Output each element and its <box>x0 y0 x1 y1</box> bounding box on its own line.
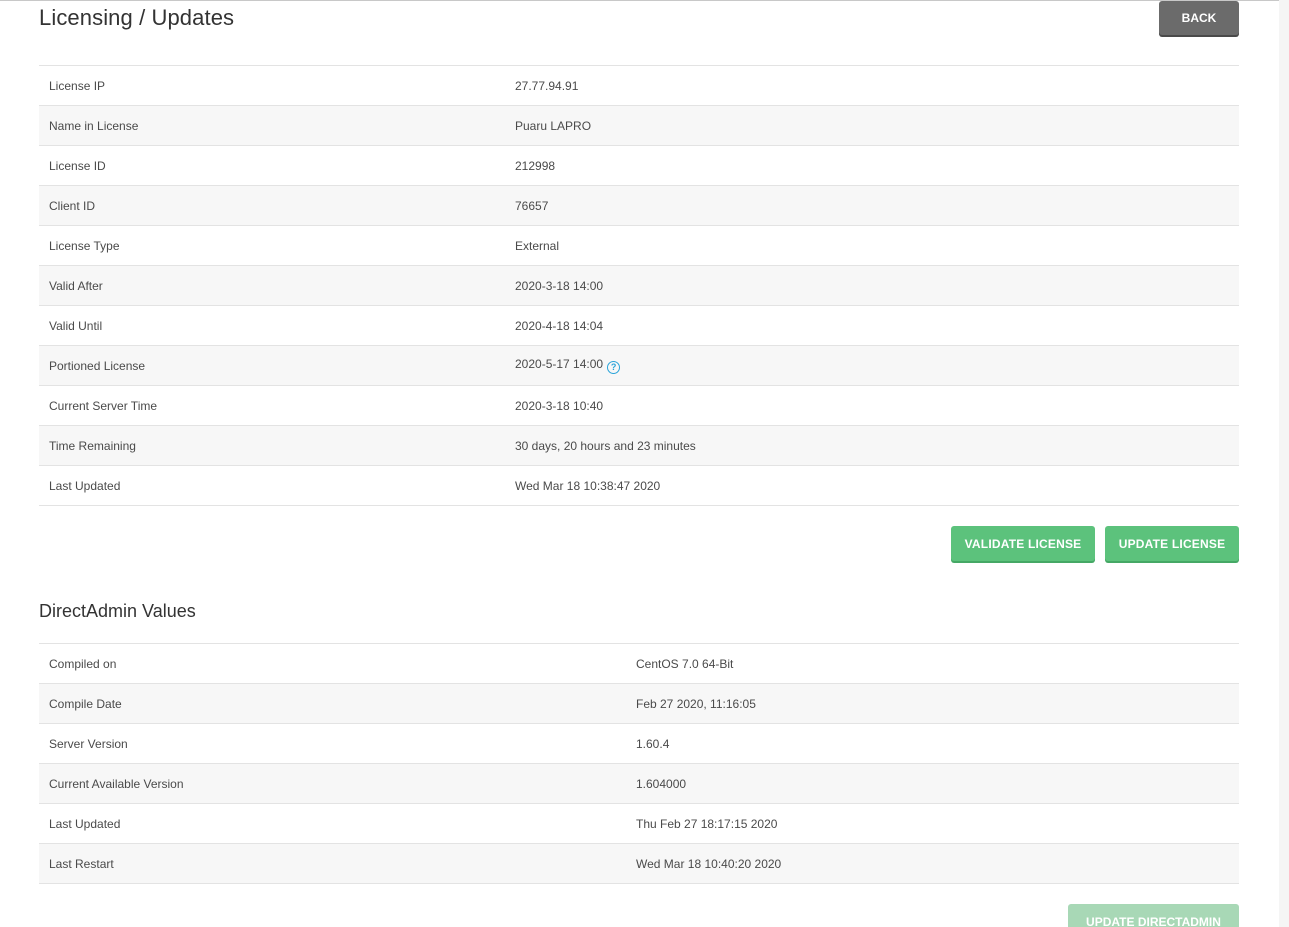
update-directadmin-button[interactable]: UPDATE DIRECTADMIN <box>1068 904 1239 927</box>
row-label: Portioned License <box>49 358 146 373</box>
table-row: Compiled on CentOS 7.0 64-Bit <box>39 643 1239 684</box>
row-label: License IP <box>49 78 106 93</box>
row-label: Compile Date <box>49 696 122 711</box>
row-value: 1.604000 <box>636 776 687 791</box>
table-row: Client ID 76657 <box>39 185 1239 226</box>
row-value: 212998 <box>515 158 556 173</box>
table-row: Time Remaining 30 days, 20 hours and 23 m… <box>39 425 1239 466</box>
row-label: License Type <box>49 238 120 253</box>
row-value: 30 days, 20 hours and 23 minutes <box>515 438 696 453</box>
table-row: Valid Until 2020-4-18 14:04 <box>39 305 1239 346</box>
row-value: 2020-4-18 14:04 <box>515 318 604 333</box>
row-value: Thu Feb 27 18:17:15 2020 <box>636 816 778 831</box>
license-table: License IP 27.77.94.91 Name in License Pua… <box>39 65 1239 506</box>
table-row: Current Server Time 2020-3-18 10:40 <box>39 385 1239 426</box>
directadmin-values-table: Compiled on CentOS 7.0 64-Bit Compile Dat… <box>39 643 1239 884</box>
table-row: Valid After 2020-3-18 14:00 <box>39 265 1239 306</box>
row-value: Wed Mar 18 10:40:20 2020 <box>636 856 782 871</box>
row-value: Puaru LAPRO <box>515 118 592 133</box>
update-license-button[interactable]: UPDATE LICENSE <box>1105 526 1239 561</box>
row-value: Feb 27 2020, 11:16:05 <box>636 696 756 711</box>
table-row: Last Updated Wed Mar 18 10:38:47 2020 <box>39 465 1239 506</box>
row-value: External <box>515 238 560 253</box>
table-row: License IP 27.77.94.91 <box>39 65 1239 106</box>
table-row: Portioned License 2020-5-17 14:00? <box>39 345 1239 386</box>
section-title: DirectAdmin Values <box>39 601 196 621</box>
row-label: Last Updated <box>49 816 121 831</box>
top-divider <box>0 0 1279 1</box>
validate-license-button[interactable]: VALIDATE LICENSE <box>951 526 1095 561</box>
table-row: Last Updated Thu Feb 27 18:17:15 2020 <box>39 803 1239 844</box>
row-value: 2020-5-17 14:00? <box>505 346 1239 386</box>
row-value: 76657 <box>515 198 549 213</box>
page-title: Licensing / Updates <box>39 5 235 30</box>
row-label: Name in License <box>49 118 139 133</box>
row-value: 1.60.4 <box>636 736 670 751</box>
row-label: Last Updated <box>49 478 121 493</box>
row-label: Compiled on <box>49 656 117 671</box>
table-row: Name in License Puaru LAPRO <box>39 105 1239 146</box>
row-label: Client ID <box>49 198 96 213</box>
row-label: Valid After <box>49 278 103 293</box>
scrollbar-track[interactable] <box>1279 0 1289 927</box>
row-value: 2020-3-18 10:40 <box>515 398 604 413</box>
row-value: 27.77.94.91 <box>515 78 579 93</box>
help-icon[interactable]: ? <box>607 361 621 374</box>
row-value: Wed Mar 18 10:38:47 2020 <box>515 478 661 493</box>
row-value: 2020-3-18 14:00 <box>515 278 604 293</box>
row-label: License ID <box>49 158 106 173</box>
row-label: Current Server Time <box>49 398 158 413</box>
table-row: License ID 212998 <box>39 145 1239 186</box>
row-value: CentOS 7.0 64-Bit <box>636 656 734 671</box>
row-label: Time Remaining <box>49 438 136 453</box>
row-label: Last Restart <box>49 856 114 871</box>
table-row: Compile Date Feb 27 2020, 11:16:05 <box>39 683 1239 724</box>
back-button[interactable]: BACK <box>1159 1 1239 35</box>
row-label: Current Available Version <box>49 776 184 791</box>
row-label: Valid Until <box>49 318 103 333</box>
portioned-license-value: 2020-5-17 14:00 <box>515 357 604 371</box>
table-row: License Type External <box>39 225 1239 266</box>
table-row: Last Restart Wed Mar 18 10:40:20 2020 <box>39 843 1239 884</box>
table-row: Server Version 1.60.4 <box>39 723 1239 764</box>
row-label: Server Version <box>49 736 128 751</box>
table-row: Current Available Version 1.604000 <box>39 763 1239 804</box>
